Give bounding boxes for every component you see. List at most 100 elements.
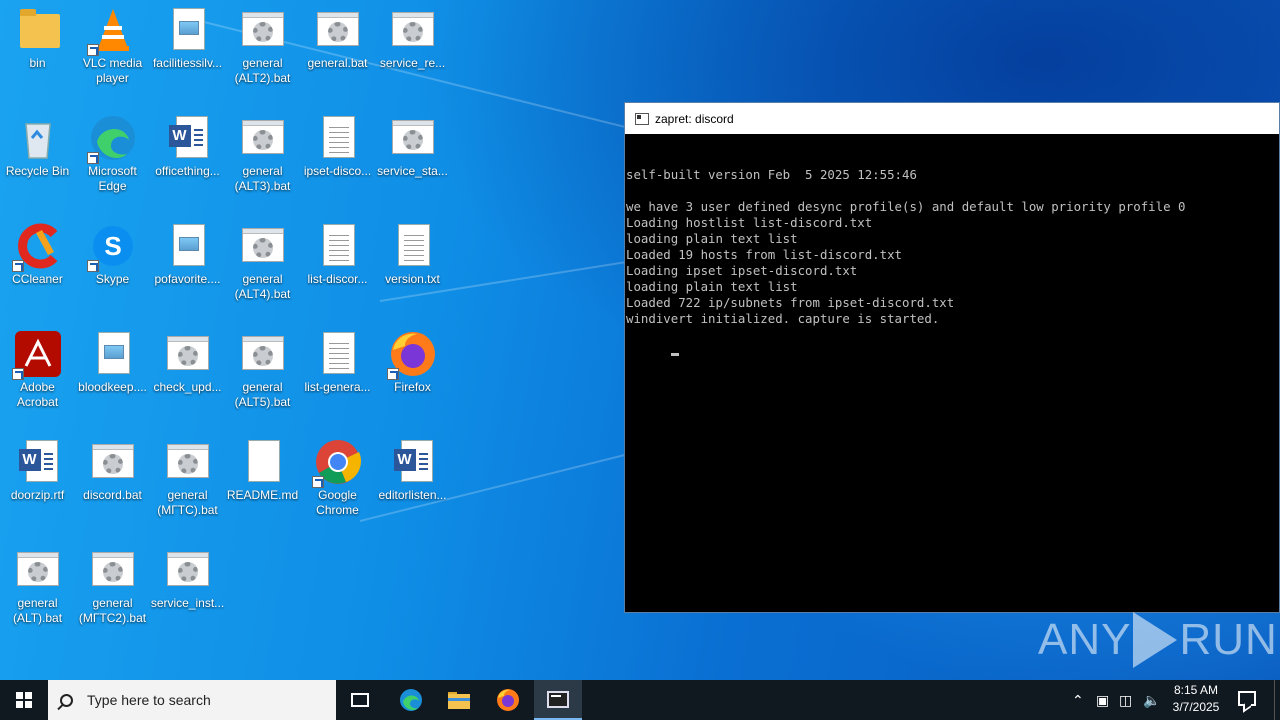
desktop-icon[interactable]: Firefox [375, 324, 450, 395]
taskbar-clock[interactable]: 8:15 AM 3/7/2025 [1168, 682, 1224, 716]
desktop-icon-label: general (ALT3).bat [234, 164, 291, 193]
play-icon [1133, 612, 1178, 668]
shortcut-arrow-icon [86, 44, 99, 56]
desktop-icon[interactable]: pofavorite.... [150, 216, 225, 287]
search-icon [60, 693, 73, 707]
batch-file-icon [239, 114, 287, 162]
desktop-icon[interactable]: S Skype [75, 216, 150, 287]
taskbar-edge[interactable] [388, 680, 434, 720]
desktop-icon-label: general (ALT).bat [12, 596, 63, 625]
desktop-icon-label: general (МГТС2).bat [78, 596, 147, 625]
desktop-icon-label: CCleaner [12, 272, 63, 286]
desktop-icon[interactable]: CCleaner [0, 216, 75, 287]
edge-icon [400, 689, 422, 711]
desktop-icon[interactable]: ipset-disco... [300, 108, 375, 179]
desktop-icon-label: editorlisten... [378, 488, 447, 502]
desktop-icon[interactable]: Google Chrome [300, 432, 375, 518]
desktop-icon[interactable]: general (ALT4).bat [225, 216, 300, 302]
console-titlebar[interactable]: zapret: discord [625, 103, 1279, 134]
recycle-bin-icon [14, 114, 62, 162]
firefox-icon [386, 330, 437, 380]
desktop-icon[interactable]: service_sta... [375, 108, 450, 179]
watermark-left-text: ANY [1038, 615, 1132, 664]
desktop-icon[interactable]: facilitiessilv... [150, 0, 225, 71]
clock-time: 8:15 AM [1173, 683, 1219, 697]
desktop-icon[interactable]: Microsoft Edge [75, 108, 150, 194]
console-line: Loaded 722 ip/subnets from ipset-discord… [626, 295, 955, 310]
desktop-icon[interactable]: Weditorlisten... [375, 432, 450, 503]
batch-file-icon [164, 546, 212, 594]
network-icon[interactable]: ◫ [1119, 692, 1132, 708]
start-button[interactable] [0, 680, 48, 720]
desktop-icon-label: general (ALT2).bat [234, 56, 291, 85]
chevron-up-icon[interactable]: ⌃ [1072, 692, 1084, 708]
desktop-icon-label: README.md [226, 488, 299, 502]
desktop-icon[interactable]: check_upd... [150, 324, 225, 395]
console-window[interactable]: zapret: discord self-built version Feb 5… [624, 102, 1280, 613]
desktop-icon[interactable]: Wofficething... [150, 108, 225, 179]
word-document-icon: W [14, 438, 62, 486]
desktop-icon[interactable]: general (МГТС).bat [150, 432, 225, 518]
desktop-icon[interactable]: bin [0, 0, 75, 71]
desktop-icon-label: bin [29, 56, 46, 70]
desktop-icon[interactable]: discord.bat [75, 432, 150, 503]
notifications-icon[interactable] [1238, 691, 1256, 706]
desktop-icon[interactable]: version.txt [375, 216, 450, 287]
desktop-icon-label: general (ALT4).bat [234, 272, 291, 301]
desktop-icon[interactable]: general.bat [300, 0, 375, 71]
desktop-icon[interactable]: list-discor... [300, 216, 375, 287]
desktop-icon[interactable]: Adobe Acrobat [0, 324, 75, 410]
desktop-icon[interactable]: general (ALT5).bat [225, 324, 300, 410]
desktop-icon-label: general.bat [307, 56, 368, 70]
taskbar-firefox[interactable] [484, 680, 532, 720]
image-file-icon [89, 330, 137, 378]
taskbar: Type here to search ⌃ ▣ ◫ 🔈 8:15 AM 3/7/… [0, 680, 1280, 720]
desktop-icon[interactable]: list-genera... [300, 324, 375, 395]
desktop-icon[interactable]: general (ALT).bat [0, 540, 75, 626]
volume-icon[interactable]: 🔈 [1143, 692, 1160, 708]
batch-file-icon [164, 438, 212, 486]
desktop-icon[interactable]: general (ALT3).bat [225, 108, 300, 194]
desktop-icon[interactable]: Recycle Bin [0, 108, 75, 179]
desktop-icon[interactable]: VLC media player [75, 0, 150, 86]
taskbar-file-explorer[interactable] [436, 680, 482, 720]
task-view-button[interactable] [338, 680, 382, 720]
desktop-icon[interactable]: general (ALT2).bat [225, 0, 300, 86]
skype-icon: S [86, 222, 137, 272]
desktop-icon-label: general (ALT5).bat [234, 380, 291, 409]
batch-file-icon [89, 546, 137, 594]
desktop-icon-label: list-discor... [307, 272, 368, 286]
console-line: Loading ipset ipset-discord.txt [626, 263, 858, 278]
shortcut-arrow-icon [11, 368, 24, 380]
meet-now-icon[interactable]: ▣ [1096, 692, 1109, 708]
acrobat-icon [11, 330, 62, 380]
console-line: Loaded 19 hosts from list-discord.txt [626, 247, 903, 262]
desktop-icon-label: list-genera... [304, 380, 371, 394]
text-file-icon [314, 222, 362, 270]
desktop-icon[interactable]: Wdoorzip.rtf [0, 432, 75, 503]
desktop-icon-label: doorzip.rtf [10, 488, 65, 502]
batch-file-icon [389, 114, 437, 162]
taskbar-search-box[interactable]: Type here to search [48, 680, 336, 720]
desktop-icon[interactable]: README.md [225, 432, 300, 503]
show-desktop-button[interactable] [1274, 680, 1280, 720]
desktop-icon[interactable]: general (МГТС2).bat [75, 540, 150, 626]
console-line: loading plain text list [626, 279, 798, 294]
batch-file-icon [389, 6, 437, 54]
desktop-icon[interactable]: service_inst... [150, 540, 225, 611]
taskbar-console-app[interactable] [534, 680, 582, 720]
watermark-right-text: RUN [1179, 615, 1278, 664]
desktop-icon-label: version.txt [385, 272, 440, 286]
desktop-icon[interactable]: service_re... [375, 0, 450, 71]
folder-icon [448, 692, 470, 709]
ccleaner-icon [11, 222, 62, 272]
console-line: Loading hostlist list-discord.txt [626, 215, 873, 230]
console-cursor [670, 353, 679, 356]
console-icon [547, 690, 569, 708]
console-output[interactable]: self-built version Feb 5 2025 12:55:46 we… [625, 134, 1279, 376]
shortcut-arrow-icon [86, 152, 99, 164]
desktop-icon-label: discord.bat [83, 488, 142, 502]
desktop-icon-label: VLC media player [82, 56, 143, 85]
desktop-icon[interactable]: bloodkeep.... [75, 324, 150, 395]
text-file-icon [389, 222, 437, 270]
